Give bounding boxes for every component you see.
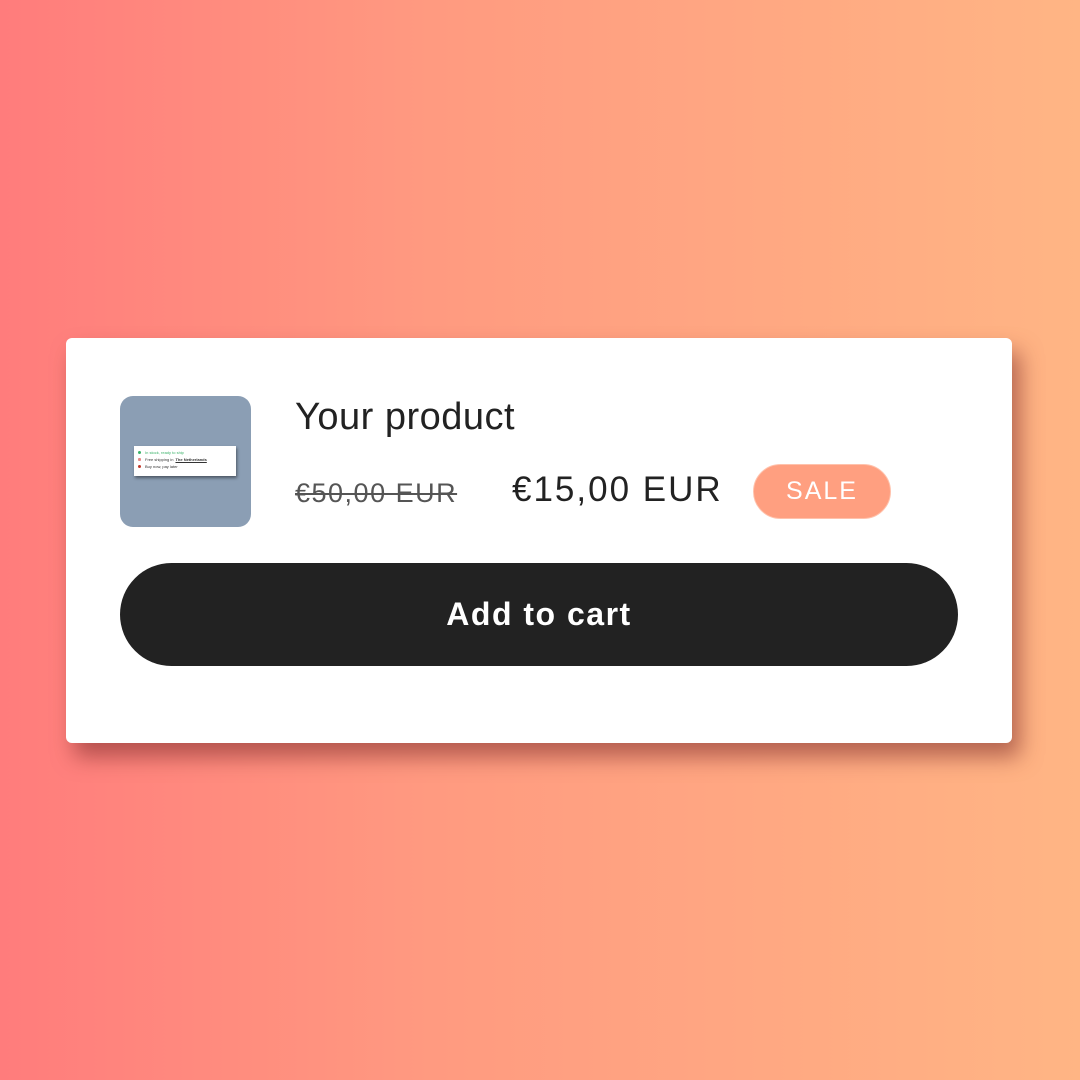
red-dot-icon	[138, 465, 141, 468]
green-dot-icon	[138, 451, 141, 454]
add-to-cart-button[interactable]: Add to cart	[120, 563, 958, 666]
thumbnail-preview-panel: In stock, ready to ship Free shipping in…	[134, 446, 236, 476]
thumbnail-row: In stock, ready to ship	[138, 449, 232, 456]
thumbnail-row-text: Free shipping in	[145, 457, 174, 462]
truck-icon	[138, 458, 141, 461]
original-price: €50,00 EUR	[295, 478, 458, 508]
thumbnail-row-text: In stock, ready to ship	[145, 450, 184, 455]
sale-badge: SALE	[753, 464, 891, 519]
product-card: In stock, ready to ship Free shipping in…	[66, 338, 1012, 743]
sale-price: €15,00 EUR	[512, 470, 723, 509]
thumbnail-row: Free shipping in The Netherlands	[138, 456, 232, 463]
product-thumbnail[interactable]: In stock, ready to ship Free shipping in…	[120, 396, 251, 527]
product-title: Your product	[295, 396, 516, 438]
thumbnail-row: Buy now, pay later	[138, 463, 232, 470]
thumbnail-row-text: Buy now, pay later	[145, 464, 178, 469]
thumbnail-row-link: The Netherlands	[175, 457, 207, 462]
